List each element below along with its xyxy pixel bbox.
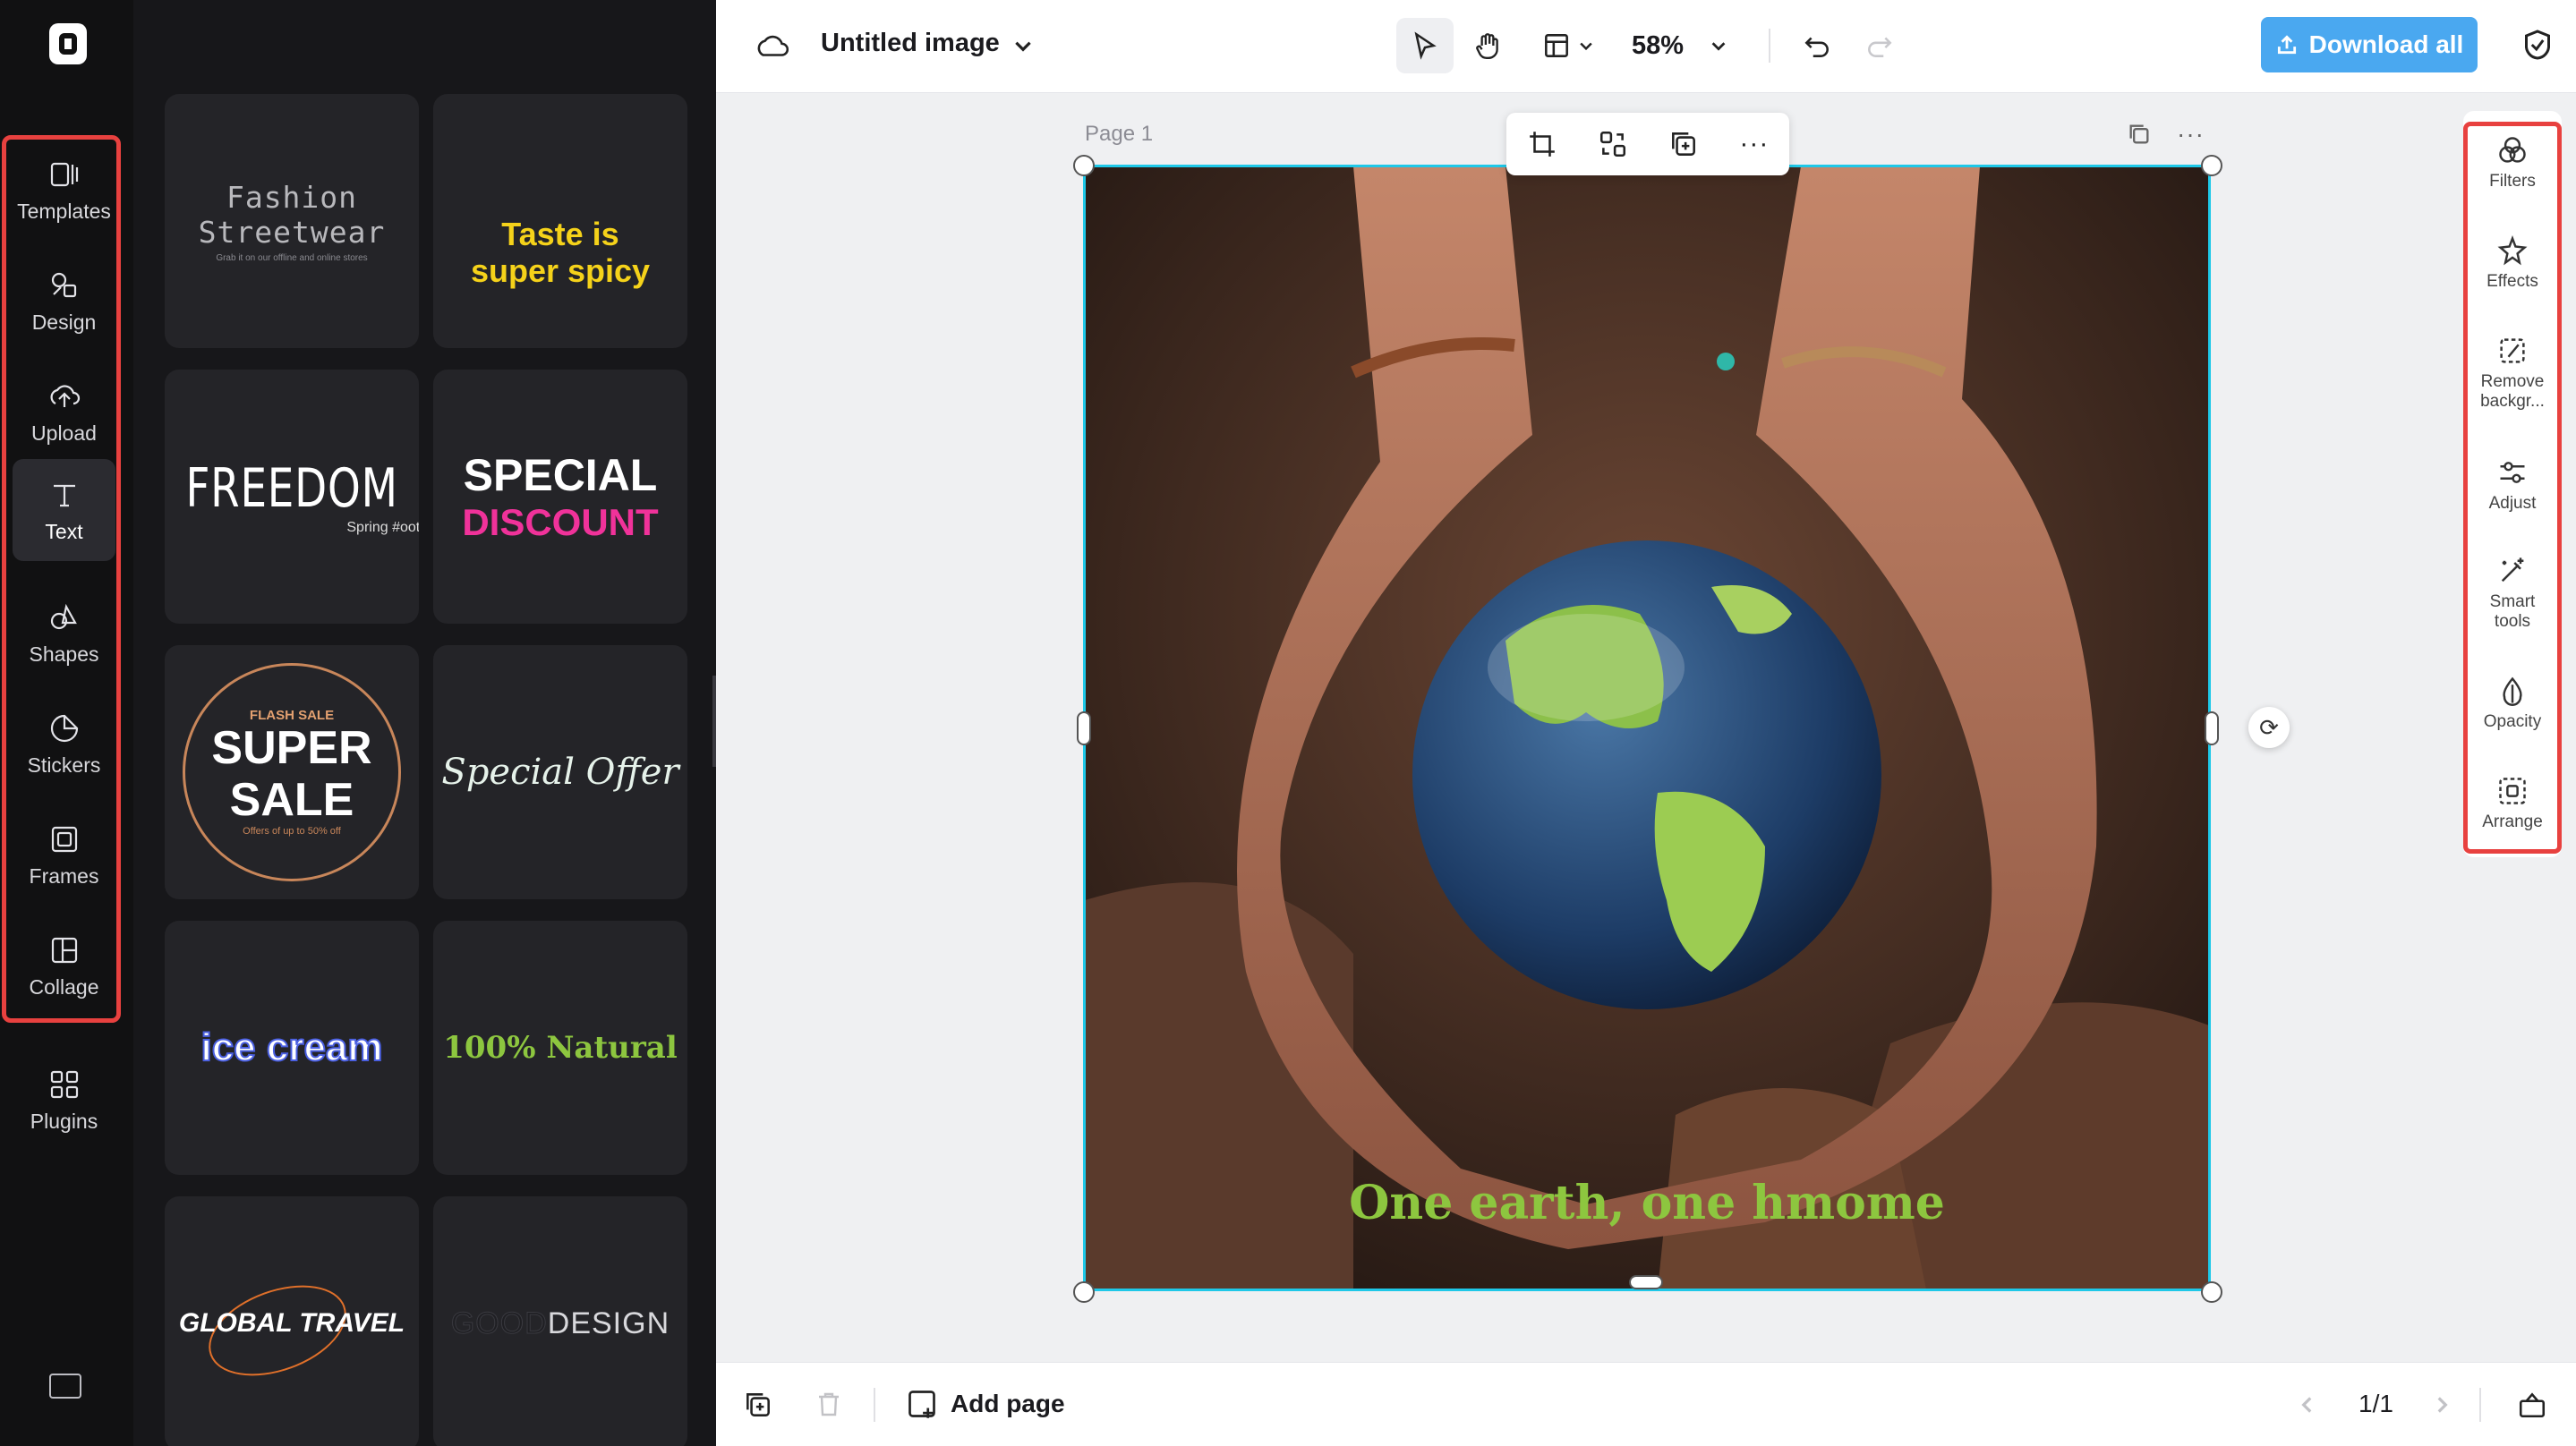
card-subtitle: Spring #ootd	[346, 520, 419, 535]
template-card-freedom[interactable]: FREEDOM Spring #ootd	[165, 370, 419, 624]
bottom-divider	[874, 1388, 875, 1422]
card-subtitle: Offers of up to 50% off	[243, 825, 341, 837]
chevron-down-icon	[1711, 42, 1726, 51]
bottom-bar: Add page 1/1	[716, 1362, 2576, 1446]
hand-tool[interactable]	[1459, 18, 1516, 73]
add-page-copy-icon[interactable]	[743, 1390, 773, 1420]
template-card-ice-cream[interactable]: ice cream	[165, 921, 419, 1175]
add-page-label: Add page	[951, 1390, 1065, 1417]
resize-handle-bottom-right[interactable]	[2201, 1281, 2222, 1303]
page-indicator: 1/1	[2358, 1390, 2393, 1417]
zoom-control[interactable]: 58%	[1622, 18, 1738, 73]
app: Templates Design Upload Text Shapes Stic…	[0, 0, 2576, 1446]
left-rail: Templates Design Upload Text Shapes Stic…	[0, 0, 133, 1446]
selection-frame	[1083, 165, 2211, 1291]
template-card-good-design[interactable]: GOODDESIGN	[433, 1196, 687, 1446]
resize-handle-bottom-left[interactable]	[1073, 1281, 1095, 1303]
cloud-save-icon[interactable]	[754, 27, 791, 64]
page-label: Page 1	[1085, 122, 1154, 146]
hand-icon	[1476, 33, 1498, 59]
top-bar: Untitled image 58% Download all	[716, 0, 2576, 93]
trash-icon[interactable]	[815, 1390, 843, 1418]
layout-icon	[1545, 34, 1568, 57]
card-title: SPECIAL	[463, 450, 658, 500]
template-card-special-discount[interactable]: SPECIAL DISCOUNT	[433, 370, 687, 624]
card-title: SUPER SALE	[211, 722, 372, 826]
app-logo[interactable]	[49, 23, 87, 64]
template-card-global-travel[interactable]: GLOBAL TRAVEL	[165, 1196, 419, 1446]
text-templates-panel: ⌄ Fashion Streetwear Grab it on our offl…	[133, 0, 818, 1446]
undo-icon	[1804, 37, 1829, 57]
keyboard-icon[interactable]	[49, 1374, 81, 1399]
next-page-icon[interactable]	[2430, 1393, 2453, 1416]
resize-handle-bottom[interactable]	[1629, 1275, 1663, 1289]
card-title: GLOBAL TRAVEL	[178, 1308, 405, 1338]
rail-item-plugins[interactable]: Plugins	[13, 1049, 115, 1151]
card-title: FREEDOM	[185, 457, 398, 520]
chevron-down-icon	[1580, 42, 1592, 51]
template-card-super-sale[interactable]: FLASH SALE SUPER SALE Offers of up to 50…	[165, 645, 419, 899]
card-subtitle: Grab it on our offline and online stores	[216, 252, 368, 263]
props-highlight-box	[2463, 122, 2562, 854]
zoom-level: 58%	[1631, 30, 1685, 60]
card-title: Fashion Streetwear	[198, 179, 386, 250]
plugins-icon	[50, 1070, 78, 1098]
undo-button[interactable]	[1790, 18, 1844, 73]
add-page-icon	[908, 1391, 935, 1418]
download-label: Download all	[2308, 30, 2464, 58]
prev-page-icon[interactable]	[2296, 1393, 2319, 1416]
upload-icon	[2277, 35, 2296, 55]
duplicate-page-icon[interactable]	[2127, 122, 2152, 147]
rail-highlight-box	[2, 135, 121, 1023]
title-chevron-icon[interactable]	[1011, 34, 1035, 57]
card-title: GOOD	[450, 1306, 548, 1340]
card-subtitle: DISCOUNT	[462, 501, 659, 543]
template-card-spicy[interactable]: Taste is super spicy	[433, 94, 687, 348]
layout-dropdown[interactable]	[1531, 18, 1606, 73]
rail-label: Plugins	[30, 1109, 98, 1133]
card-top: FLASH SALE	[249, 708, 335, 724]
rotate-icon[interactable]: ⟳	[2248, 707, 2290, 748]
pages-panel-icon[interactable]	[2517, 1390, 2547, 1420]
image-context-toolbar: ···	[1506, 113, 1789, 175]
template-card-fashion[interactable]: Fashion Streetwear Grab it on our offlin…	[165, 94, 419, 348]
card-title: Special Offer	[441, 752, 679, 793]
card-subtitle: DESIGN	[547, 1306, 670, 1340]
resize-handle-right[interactable]	[2205, 711, 2219, 745]
card-title: 100% Natural	[443, 1030, 678, 1066]
add-page-button[interactable]: Add page	[906, 1388, 1065, 1420]
bottom-divider	[2479, 1388, 2481, 1422]
template-card-special-offer[interactable]: Special Offer	[433, 645, 687, 899]
select-tool[interactable]	[1396, 18, 1454, 73]
replace-icon[interactable]	[1598, 129, 1628, 159]
resize-handle-top-right[interactable]	[2201, 155, 2222, 176]
card-title: Taste is super spicy	[470, 215, 651, 289]
download-all-button[interactable]: Download all	[2261, 17, 2478, 72]
duplicate-icon[interactable]	[1668, 129, 1699, 159]
template-card-natural[interactable]: 100% Natural	[433, 921, 687, 1175]
redo-icon	[1868, 37, 1892, 57]
card-title: ice cream	[200, 1025, 383, 1070]
resize-handle-top-left[interactable]	[1073, 155, 1095, 176]
pointer-icon	[1414, 31, 1437, 60]
toolbar-divider	[1769, 29, 1770, 63]
page-more-icon[interactable]: ···	[2177, 120, 2205, 149]
more-icon[interactable]: ···	[1739, 129, 1769, 159]
shield-icon[interactable]	[2520, 27, 2555, 63]
redo-button[interactable]	[1853, 18, 1906, 73]
document-title[interactable]: Untitled image	[821, 29, 1000, 58]
resize-handle-left[interactable]	[1077, 711, 1091, 745]
crop-icon[interactable]	[1527, 129, 1557, 159]
